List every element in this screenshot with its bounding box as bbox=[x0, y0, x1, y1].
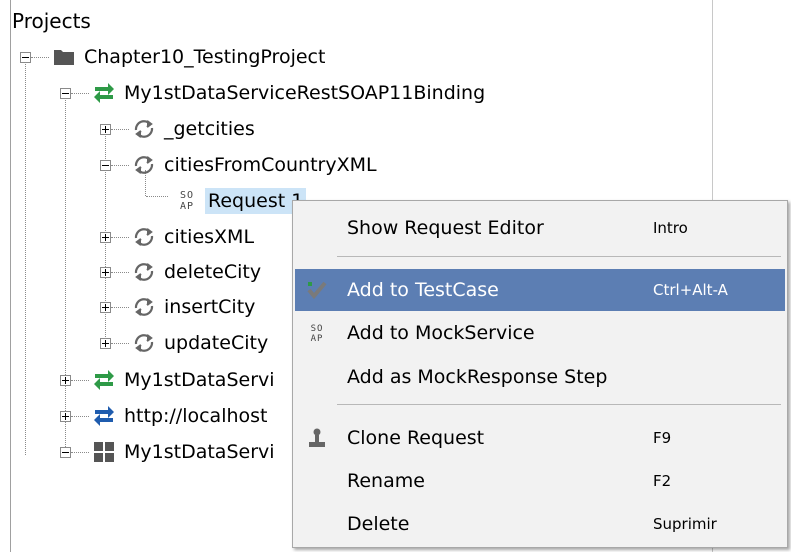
menu-icon-placeholder bbox=[295, 503, 339, 545]
tree-item-operation[interactable]: updateCity bbox=[132, 328, 268, 358]
expand-toggle[interactable] bbox=[100, 338, 111, 349]
menu-item-label: Add as MockResponse Step bbox=[347, 366, 608, 388]
operation-icon bbox=[132, 331, 156, 355]
tree-item-request[interactable]: SO AP Request 1 bbox=[172, 186, 307, 216]
tree-line bbox=[31, 57, 49, 58]
collapse-toggle[interactable] bbox=[100, 160, 111, 171]
tree-line bbox=[71, 416, 89, 417]
tree-line bbox=[111, 237, 129, 238]
menu-item-add-to-testcase[interactable]: Add to TestCase Ctrl+Alt-A bbox=[295, 269, 785, 311]
tree-item-interface[interactable]: My1stDataServi bbox=[92, 437, 275, 467]
operation-label: citiesXML bbox=[164, 226, 255, 248]
tree-item-operation[interactable]: _getcities bbox=[132, 114, 255, 144]
collapse-toggle[interactable] bbox=[20, 52, 31, 63]
tree-line bbox=[71, 452, 89, 453]
menu-icon-placeholder bbox=[295, 207, 339, 249]
menu-item-shortcut: F9 bbox=[653, 429, 672, 447]
operation-label: updateCity bbox=[164, 332, 269, 354]
expand-toggle[interactable] bbox=[60, 375, 71, 386]
menu-item-delete[interactable]: Delete Suprimir bbox=[295, 503, 785, 545]
tree-item-interface[interactable]: My1stDataServiceRestSOAP11Binding bbox=[92, 78, 485, 108]
tree-item-operation[interactable]: citiesXML bbox=[132, 222, 254, 252]
tree-line bbox=[25, 60, 26, 455]
menu-item-label: Delete bbox=[347, 513, 410, 535]
context-menu: Show Request Editor Intro Add to TestCas… bbox=[292, 200, 788, 548]
add-testcase-icon bbox=[295, 269, 339, 311]
tree-line bbox=[111, 307, 129, 308]
soap-request-icon: SO AP bbox=[179, 189, 195, 212]
operation-label: citiesFromCountryXML bbox=[164, 154, 377, 176]
rest-service-icon bbox=[92, 404, 116, 428]
interface-label: My1stDataServi bbox=[124, 441, 275, 463]
interface-label: http://localhost bbox=[124, 405, 268, 427]
tree-line bbox=[111, 129, 129, 130]
tree-line bbox=[146, 196, 168, 197]
operation-label: deleteCity bbox=[164, 261, 262, 283]
tree-item-operation[interactable]: insertCity bbox=[132, 292, 255, 322]
operation-icon bbox=[132, 117, 156, 141]
menu-item-add-mockresponse-step[interactable]: Add as MockResponse Step bbox=[295, 356, 785, 398]
menu-item-show-request-editor[interactable]: Show Request Editor Intro bbox=[295, 207, 785, 249]
folder-icon bbox=[52, 45, 76, 69]
interface-label: My1stDataServi bbox=[124, 369, 275, 391]
tree-item-operation[interactable]: citiesFromCountryXML bbox=[132, 150, 377, 180]
tree-item-project[interactable]: Chapter10_TestingProject bbox=[52, 42, 325, 72]
menu-item-shortcut: Ctrl+Alt-A bbox=[653, 281, 728, 299]
menu-item-add-to-mockservice[interactable]: SO AP Add to MockService bbox=[295, 312, 785, 354]
menu-item-clone-request[interactable]: Clone Request F9 bbox=[295, 417, 785, 459]
expand-toggle[interactable] bbox=[100, 302, 111, 313]
menu-separator bbox=[337, 256, 781, 257]
collapse-toggle[interactable] bbox=[60, 88, 71, 99]
soap-icon: SO AP bbox=[310, 323, 324, 344]
collapse-toggle[interactable] bbox=[60, 447, 71, 458]
interface-label: My1stDataServiceRestSOAP11Binding bbox=[124, 82, 486, 104]
expand-toggle[interactable] bbox=[60, 411, 71, 422]
operation-icon bbox=[132, 260, 156, 284]
tree-line bbox=[111, 272, 129, 273]
tree-line bbox=[111, 343, 129, 344]
menu-item-label: Add to MockService bbox=[347, 322, 535, 344]
menu-icon-placeholder bbox=[295, 460, 339, 502]
menu-separator bbox=[337, 404, 781, 405]
menu-icon-placeholder bbox=[295, 356, 339, 398]
menu-item-label: Clone Request bbox=[347, 427, 485, 449]
operation-icon bbox=[132, 295, 156, 319]
rest-interface-icon bbox=[92, 81, 116, 105]
tree-line bbox=[71, 93, 89, 94]
projects-root-label[interactable]: Projects bbox=[12, 8, 91, 34]
menu-item-rename[interactable]: Rename F2 bbox=[295, 460, 785, 502]
operation-label: insertCity bbox=[164, 296, 256, 318]
operation-label: _getcities bbox=[164, 118, 255, 140]
tree-line bbox=[111, 165, 129, 166]
project-label: Chapter10_TestingProject bbox=[84, 46, 326, 68]
grid-icon bbox=[92, 440, 116, 464]
menu-item-shortcut: F2 bbox=[653, 472, 672, 490]
operation-icon bbox=[132, 153, 156, 177]
operation-icon bbox=[132, 225, 156, 249]
panel-left-border bbox=[10, 0, 11, 552]
expand-toggle[interactable] bbox=[100, 124, 111, 135]
menu-item-label: Show Request Editor bbox=[347, 217, 544, 239]
menu-item-label: Rename bbox=[347, 470, 425, 492]
menu-item-shortcut: Intro bbox=[653, 219, 688, 237]
tree-line bbox=[65, 97, 66, 455]
tree-line bbox=[71, 380, 89, 381]
menu-item-shortcut: Suprimir bbox=[653, 515, 717, 533]
tree-item-interface[interactable]: My1stDataServi bbox=[92, 365, 275, 395]
menu-item-label: Add to TestCase bbox=[347, 279, 499, 301]
clone-icon bbox=[295, 417, 339, 459]
rest-interface-icon bbox=[92, 368, 116, 392]
tree-item-interface[interactable]: http://localhost bbox=[92, 401, 268, 431]
expand-toggle[interactable] bbox=[100, 232, 111, 243]
tree-item-operation[interactable]: deleteCity bbox=[132, 257, 261, 287]
expand-toggle[interactable] bbox=[100, 267, 111, 278]
